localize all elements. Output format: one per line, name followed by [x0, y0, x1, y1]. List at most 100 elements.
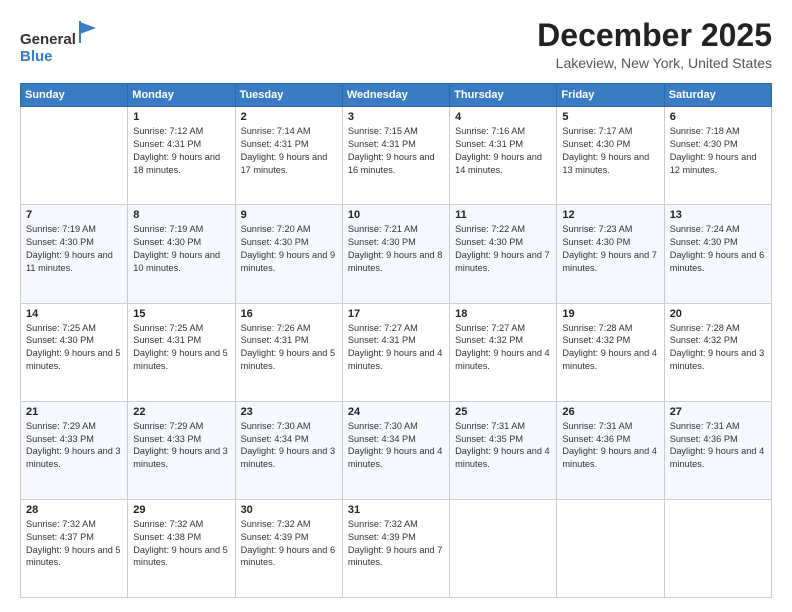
day-number: 3 — [348, 111, 444, 123]
table-cell: 15 Sunrise: 7:25 AMSunset: 4:31 PMDaylig… — [128, 303, 235, 401]
day-info: Sunrise: 7:32 AMSunset: 4:39 PMDaylight:… — [348, 518, 444, 570]
table-cell: 17 Sunrise: 7:27 AMSunset: 4:31 PMDaylig… — [342, 303, 449, 401]
day-number: 31 — [348, 504, 444, 516]
day-number: 8 — [133, 209, 229, 221]
table-cell — [557, 499, 664, 597]
day-info: Sunrise: 7:21 AMSunset: 4:30 PMDaylight:… — [348, 223, 444, 275]
table-cell: 8 Sunrise: 7:19 AMSunset: 4:30 PMDayligh… — [128, 205, 235, 303]
day-number: 11 — [455, 209, 551, 221]
day-number: 1 — [133, 111, 229, 123]
title-block: December 2025 Lakeview, New York, United… — [537, 18, 772, 71]
table-cell: 1 Sunrise: 7:12 AMSunset: 4:31 PMDayligh… — [128, 107, 235, 205]
day-number: 27 — [670, 406, 766, 418]
table-cell: 20 Sunrise: 7:28 AMSunset: 4:32 PMDaylig… — [664, 303, 771, 401]
day-info: Sunrise: 7:28 AMSunset: 4:32 PMDaylight:… — [670, 322, 766, 374]
table-cell: 9 Sunrise: 7:20 AMSunset: 4:30 PMDayligh… — [235, 205, 342, 303]
logo-general-text: General — [20, 31, 76, 48]
table-cell: 26 Sunrise: 7:31 AMSunset: 4:36 PMDaylig… — [557, 401, 664, 499]
table-cell: 21 Sunrise: 7:29 AMSunset: 4:33 PMDaylig… — [21, 401, 128, 499]
day-number: 9 — [241, 209, 337, 221]
day-number: 12 — [562, 209, 658, 221]
table-cell: 13 Sunrise: 7:24 AMSunset: 4:30 PMDaylig… — [664, 205, 771, 303]
day-number: 26 — [562, 406, 658, 418]
table-cell: 4 Sunrise: 7:16 AMSunset: 4:31 PMDayligh… — [450, 107, 557, 205]
day-info: Sunrise: 7:32 AMSunset: 4:39 PMDaylight:… — [241, 518, 337, 570]
day-info: Sunrise: 7:32 AMSunset: 4:38 PMDaylight:… — [133, 518, 229, 570]
table-cell — [664, 499, 771, 597]
logo-flag-icon — [78, 20, 98, 44]
day-number: 15 — [133, 308, 229, 320]
header: General Blue December 2025 Lakeview, New… — [20, 18, 772, 71]
table-cell: 25 Sunrise: 7:31 AMSunset: 4:35 PMDaylig… — [450, 401, 557, 499]
week-row-4: 21 Sunrise: 7:29 AMSunset: 4:33 PMDaylig… — [21, 401, 772, 499]
col-friday: Friday — [557, 84, 664, 107]
day-info: Sunrise: 7:27 AMSunset: 4:32 PMDaylight:… — [455, 322, 551, 374]
day-info: Sunrise: 7:25 AMSunset: 4:31 PMDaylight:… — [133, 322, 229, 374]
table-cell: 3 Sunrise: 7:15 AMSunset: 4:31 PMDayligh… — [342, 107, 449, 205]
day-info: Sunrise: 7:29 AMSunset: 4:33 PMDaylight:… — [133, 420, 229, 472]
day-info: Sunrise: 7:29 AMSunset: 4:33 PMDaylight:… — [26, 420, 122, 472]
table-cell: 14 Sunrise: 7:25 AMSunset: 4:30 PMDaylig… — [21, 303, 128, 401]
table-cell: 22 Sunrise: 7:29 AMSunset: 4:33 PMDaylig… — [128, 401, 235, 499]
day-number: 19 — [562, 308, 658, 320]
day-number: 14 — [26, 308, 122, 320]
table-cell: 6 Sunrise: 7:18 AMSunset: 4:30 PMDayligh… — [664, 107, 771, 205]
day-number: 18 — [455, 308, 551, 320]
day-number: 30 — [241, 504, 337, 516]
day-number: 13 — [670, 209, 766, 221]
table-cell: 29 Sunrise: 7:32 AMSunset: 4:38 PMDaylig… — [128, 499, 235, 597]
week-row-3: 14 Sunrise: 7:25 AMSunset: 4:30 PMDaylig… — [21, 303, 772, 401]
calendar-table: Sunday Monday Tuesday Wednesday Thursday… — [20, 83, 772, 598]
day-info: Sunrise: 7:31 AMSunset: 4:35 PMDaylight:… — [455, 420, 551, 472]
page: General Blue December 2025 Lakeview, New… — [0, 0, 792, 612]
day-number: 4 — [455, 111, 551, 123]
day-number: 5 — [562, 111, 658, 123]
day-number: 21 — [26, 406, 122, 418]
table-cell: 28 Sunrise: 7:32 AMSunset: 4:37 PMDaylig… — [21, 499, 128, 597]
day-info: Sunrise: 7:16 AMSunset: 4:31 PMDaylight:… — [455, 125, 551, 177]
day-number: 22 — [133, 406, 229, 418]
header-row: Sunday Monday Tuesday Wednesday Thursday… — [21, 84, 772, 107]
day-number: 16 — [241, 308, 337, 320]
table-cell: 31 Sunrise: 7:32 AMSunset: 4:39 PMDaylig… — [342, 499, 449, 597]
day-number: 10 — [348, 209, 444, 221]
table-cell: 24 Sunrise: 7:30 AMSunset: 4:34 PMDaylig… — [342, 401, 449, 499]
week-row-1: 1 Sunrise: 7:12 AMSunset: 4:31 PMDayligh… — [21, 107, 772, 205]
table-cell: 7 Sunrise: 7:19 AMSunset: 4:30 PMDayligh… — [21, 205, 128, 303]
day-number: 24 — [348, 406, 444, 418]
day-info: Sunrise: 7:31 AMSunset: 4:36 PMDaylight:… — [562, 420, 658, 472]
table-cell — [21, 107, 128, 205]
day-info: Sunrise: 7:23 AMSunset: 4:30 PMDaylight:… — [562, 223, 658, 275]
table-cell: 12 Sunrise: 7:23 AMSunset: 4:30 PMDaylig… — [557, 205, 664, 303]
week-row-2: 7 Sunrise: 7:19 AMSunset: 4:30 PMDayligh… — [21, 205, 772, 303]
calendar-subtitle: Lakeview, New York, United States — [537, 55, 772, 71]
table-cell: 19 Sunrise: 7:28 AMSunset: 4:32 PMDaylig… — [557, 303, 664, 401]
table-cell: 30 Sunrise: 7:32 AMSunset: 4:39 PMDaylig… — [235, 499, 342, 597]
table-cell: 18 Sunrise: 7:27 AMSunset: 4:32 PMDaylig… — [450, 303, 557, 401]
day-number: 7 — [26, 209, 122, 221]
day-info: Sunrise: 7:14 AMSunset: 4:31 PMDaylight:… — [241, 125, 337, 177]
day-info: Sunrise: 7:17 AMSunset: 4:30 PMDaylight:… — [562, 125, 658, 177]
col-sunday: Sunday — [21, 84, 128, 107]
day-number: 23 — [241, 406, 337, 418]
day-number: 17 — [348, 308, 444, 320]
logo: General Blue — [20, 22, 98, 66]
day-info: Sunrise: 7:30 AMSunset: 4:34 PMDaylight:… — [348, 420, 444, 472]
col-tuesday: Tuesday — [235, 84, 342, 107]
table-cell: 16 Sunrise: 7:26 AMSunset: 4:31 PMDaylig… — [235, 303, 342, 401]
day-info: Sunrise: 7:15 AMSunset: 4:31 PMDaylight:… — [348, 125, 444, 177]
day-info: Sunrise: 7:24 AMSunset: 4:30 PMDaylight:… — [670, 223, 766, 275]
day-info: Sunrise: 7:22 AMSunset: 4:30 PMDaylight:… — [455, 223, 551, 275]
week-row-5: 28 Sunrise: 7:32 AMSunset: 4:37 PMDaylig… — [21, 499, 772, 597]
day-number: 20 — [670, 308, 766, 320]
day-info: Sunrise: 7:27 AMSunset: 4:31 PMDaylight:… — [348, 322, 444, 374]
day-info: Sunrise: 7:25 AMSunset: 4:30 PMDaylight:… — [26, 322, 122, 374]
day-info: Sunrise: 7:19 AMSunset: 4:30 PMDaylight:… — [133, 223, 229, 275]
day-number: 2 — [241, 111, 337, 123]
col-wednesday: Wednesday — [342, 84, 449, 107]
logo-blue-text: Blue — [20, 48, 53, 65]
table-cell: 23 Sunrise: 7:30 AMSunset: 4:34 PMDaylig… — [235, 401, 342, 499]
day-number: 29 — [133, 504, 229, 516]
table-cell: 27 Sunrise: 7:31 AMSunset: 4:36 PMDaylig… — [664, 401, 771, 499]
col-saturday: Saturday — [664, 84, 771, 107]
